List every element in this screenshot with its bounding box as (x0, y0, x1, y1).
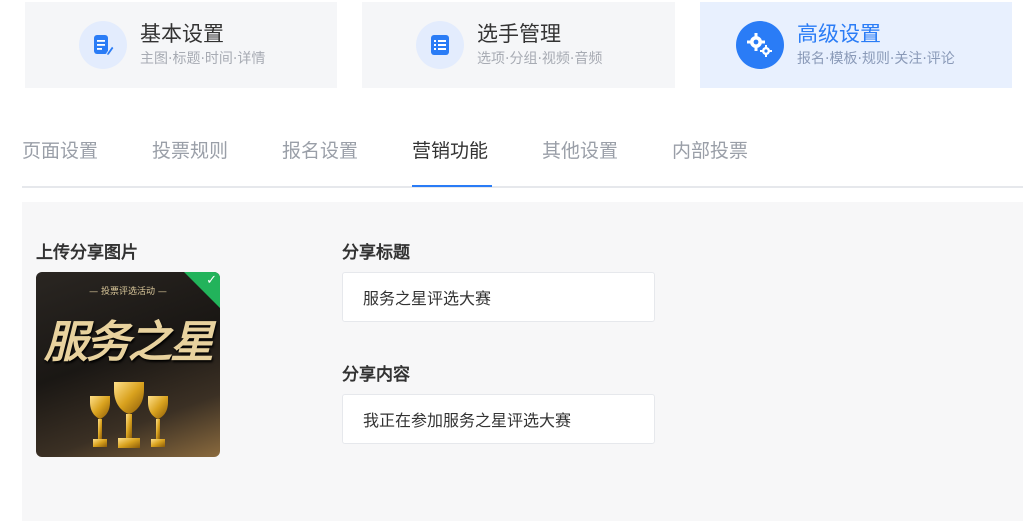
tab-internal-voting[interactable]: 内部投票 (672, 136, 748, 163)
settings-tabs: 页面设置 投票规则 报名设置 营销功能 其他设置 内部投票 (22, 120, 1023, 188)
active-tab-indicator (412, 185, 492, 187)
gears-icon (736, 21, 784, 69)
step-subtitle: 报名·模板·规则·关注·评论 (797, 51, 955, 67)
step-basic-settings[interactable]: 基本设置 主图·标题·时间·详情 (25, 2, 337, 88)
step-advanced-settings[interactable]: 高级设置 报名·模板·规则·关注·评论 (700, 2, 1012, 88)
edit-doc-icon (79, 21, 127, 69)
tab-voting-rules[interactable]: 投票规则 (152, 136, 228, 163)
share-content-input[interactable]: 我正在参加服务之星评选大赛 (342, 394, 655, 444)
steps-bar: 基本设置 主图·标题·时间·详情 选手管理 选项·分组·视频·音频 高级设置 报… (0, 0, 1023, 88)
tab-marketing[interactable]: 营销功能 (412, 136, 488, 163)
share-title-input[interactable]: 服务之星评选大赛 (342, 272, 655, 322)
step-player-management[interactable]: 选手管理 选项·分组·视频·音频 (362, 2, 675, 88)
check-icon: ✓ (206, 273, 217, 288)
share-content-label: 分享内容 (342, 365, 410, 385)
share-image-thumbnail[interactable]: — 投票评选活动 — 服务之星 ✓ (36, 272, 220, 457)
tab-page-settings[interactable]: 页面设置 (22, 136, 98, 163)
step-subtitle: 主图·标题·时间·详情 (140, 51, 266, 67)
upload-share-image-label: 上传分享图片 (36, 243, 138, 263)
step-subtitle: 选项·分组·视频·音频 (477, 51, 603, 67)
tab-signup-settings[interactable]: 报名设置 (282, 136, 358, 163)
trophy-icon (90, 382, 168, 448)
share-title-label: 分享标题 (342, 243, 410, 263)
step-title: 高级设置 (797, 22, 881, 46)
image-title: 服务之星 (44, 317, 214, 368)
step-title: 选手管理 (477, 22, 561, 46)
marketing-panel: 上传分享图片 — 投票评选活动 — 服务之星 ✓ 分享标题 服务之星评选大赛 分… (22, 202, 1023, 521)
list-icon (416, 21, 464, 69)
tab-other-settings[interactable]: 其他设置 (542, 136, 618, 163)
step-title: 基本设置 (140, 22, 224, 46)
